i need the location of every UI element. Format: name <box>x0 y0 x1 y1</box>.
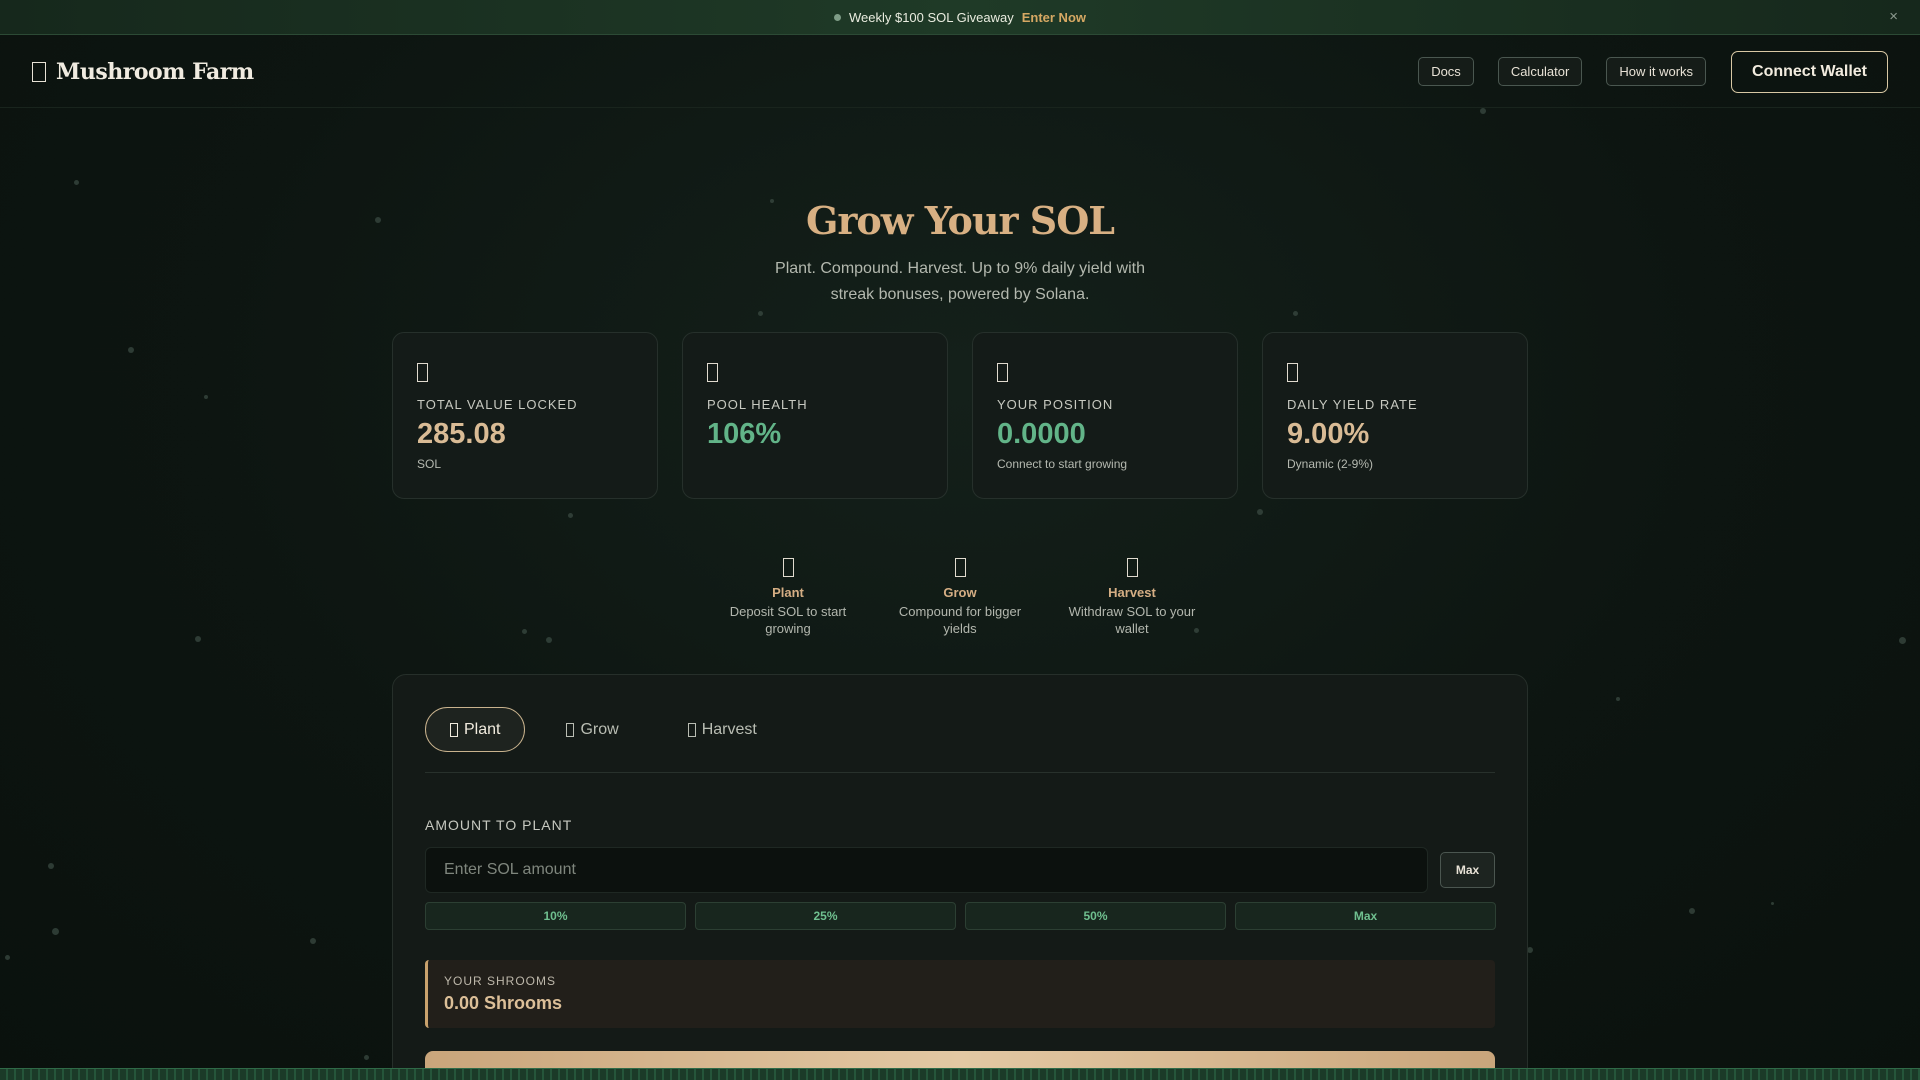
promo-banner: Weekly $100 SOL Giveaway Enter Now × <box>0 0 1920 35</box>
particle <box>74 180 79 185</box>
stat-card-tvl: TOTAL VALUE LOCKED 285.08 SOL <box>392 332 658 499</box>
step-title: Grow <box>943 585 977 600</box>
mushroom-icon <box>32 61 46 82</box>
stat-sub: SOL <box>417 457 442 471</box>
tab-plant[interactable]: Plant <box>425 707 526 752</box>
sprout-icon <box>954 558 966 577</box>
particle <box>1771 902 1774 905</box>
basket-icon <box>687 722 696 737</box>
amount-label: AMOUNT TO PLANT <box>425 817 573 833</box>
step-title: Harvest <box>1108 585 1156 600</box>
hero-subtitle: Plant. Compound. Harvest. Up to 9% daily… <box>775 260 1145 303</box>
particle <box>546 637 552 643</box>
stat-sub: Connect to start growing <box>997 457 1128 471</box>
shrooms-value: 0.00 Shrooms <box>444 993 563 1013</box>
particle <box>195 636 201 642</box>
tab-harvest[interactable]: Harvest <box>664 707 781 752</box>
particle <box>1689 908 1695 914</box>
calculator-button[interactable]: Calculator <box>1497 57 1583 86</box>
step-harvest: Harvest Withdraw SOL to your wallet <box>1057 558 1207 637</box>
lock-icon <box>417 363 428 382</box>
user-icon <box>997 363 1008 382</box>
step-grow: Grow Compound for bigger yields <box>885 558 1035 637</box>
basket-icon <box>1126 558 1138 577</box>
stat-value: 9.00% <box>1287 418 1370 450</box>
particle <box>5 955 10 960</box>
how-it-works-button[interactable]: How it works <box>1606 57 1707 86</box>
particle <box>48 863 54 869</box>
stat-value: 0.0000 <box>997 418 1086 450</box>
logo[interactable]: Mushroom Farm <box>32 59 254 85</box>
particle <box>1616 697 1620 701</box>
particle <box>1257 509 1263 515</box>
particle <box>522 629 527 634</box>
banner-text: Weekly $100 SOL Giveaway <box>848 9 1014 25</box>
stat-value: 285.08 <box>417 418 506 450</box>
stat-card-pool-health: POOL HEALTH 106% <box>682 332 948 499</box>
site-header: Mushroom Farm Docs Calculator How it wor… <box>0 36 1920 108</box>
step-title: Plant <box>772 585 804 600</box>
step-plant: Plant Deposit SOL to start growing <box>713 558 863 637</box>
stat-sub: Dynamic (2-9%) <box>1287 457 1374 471</box>
action-card: Plant Grow Harvest AMOUNT TO PLANT Max 1… <box>392 674 1528 1080</box>
hero-title: Grow Your SOL <box>805 198 1115 243</box>
particle <box>128 347 134 353</box>
particle <box>1293 311 1298 316</box>
action-tabs: Plant Grow Harvest <box>425 707 1495 773</box>
step-desc: Withdraw SOL to your wallet <box>1068 604 1196 636</box>
particle <box>568 513 573 518</box>
docs-button[interactable]: Docs <box>1418 57 1474 86</box>
top-nav: Docs Calculator How it works Connect Wal… <box>1418 50 1888 93</box>
stat-card-daily-yield: DAILY YIELD RATE 9.00% Dynamic (2-9%) <box>1262 332 1528 499</box>
stat-card-your-position: YOUR POSITION 0.0000 Connect to start gr… <box>972 332 1238 499</box>
percent-50-button[interactable]: 50% <box>965 902 1226 930</box>
stat-label: POOL HEALTH <box>707 397 808 412</box>
sol-amount-input[interactable] <box>425 847 1428 893</box>
particle <box>364 1055 369 1060</box>
shrooms-panel: YOUR SHROOMS 0.00 Shrooms <box>425 960 1495 1028</box>
particle <box>1899 637 1906 644</box>
connect-wallet-button[interactable]: Connect Wallet <box>1731 50 1888 93</box>
sprout-icon <box>566 722 575 737</box>
particle <box>1480 108 1486 114</box>
particle <box>310 938 316 944</box>
tab-grow[interactable]: Grow <box>542 707 642 752</box>
stats-row: TOTAL VALUE LOCKED 285.08 SOL POOL HEALT… <box>392 332 1528 499</box>
step-desc: Deposit SOL to start growing <box>729 604 847 636</box>
stat-label: TOTAL VALUE LOCKED <box>417 397 578 412</box>
step-desc: Compound for bigger yields <box>898 604 1022 636</box>
stat-value: 106% <box>707 418 782 450</box>
tab-label: Harvest <box>701 720 757 738</box>
bottom-decor-bar <box>0 1068 1920 1080</box>
max-button[interactable]: Max <box>1440 852 1495 888</box>
seed-icon <box>782 558 794 577</box>
stat-label: DAILY YIELD RATE <box>1287 397 1418 412</box>
shrooms-label: YOUR SHROOMS <box>444 974 557 988</box>
particle <box>204 395 208 399</box>
close-icon[interactable]: × <box>1889 8 1898 25</box>
stat-label: YOUR POSITION <box>997 397 1114 412</box>
enter-now-link[interactable]: Enter Now <box>1022 10 1086 25</box>
particle <box>52 928 59 935</box>
chart-icon <box>1287 363 1298 382</box>
live-dot-icon <box>833 13 841 21</box>
seed-icon <box>450 722 458 737</box>
percent-buttons: 10% 25% 50% Max <box>425 902 1496 930</box>
tab-label: Grow <box>580 720 619 738</box>
percent-25-button[interactable]: 25% <box>695 902 956 930</box>
percent-10-button[interactable]: 10% <box>425 902 686 930</box>
logo-text: Mushroom Farm <box>56 58 254 85</box>
percent-max-button[interactable]: Max <box>1235 902 1496 930</box>
particle <box>758 311 763 316</box>
tab-label: Plant <box>464 720 501 738</box>
heart-icon <box>707 363 718 382</box>
